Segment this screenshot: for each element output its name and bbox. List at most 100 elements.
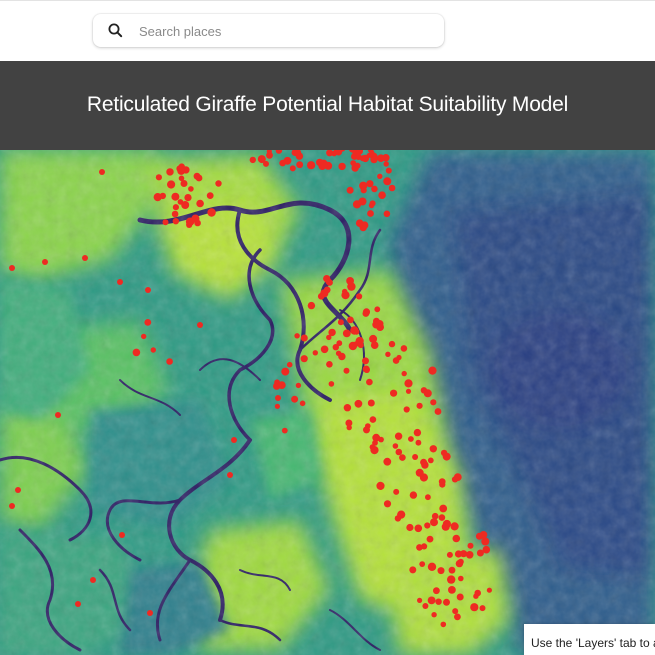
occurrence-point	[448, 566, 456, 574]
occurrence-point	[318, 162, 327, 170]
occurrence-point	[392, 443, 399, 449]
occurrence-point	[427, 562, 437, 571]
occurrence-point	[181, 201, 190, 209]
occurrence-point	[470, 603, 479, 612]
occurrence-point	[465, 551, 474, 559]
occurrence-point	[456, 593, 464, 601]
occurrence-point	[338, 162, 346, 171]
occurrence-point	[486, 587, 492, 593]
occurrence-point	[188, 186, 194, 192]
top-bar	[0, 0, 655, 62]
occurrence-point	[300, 355, 308, 363]
occurrence-point	[479, 605, 486, 612]
occurrence-point	[438, 478, 446, 485]
occurrence-point	[458, 575, 464, 582]
occurrence-point	[409, 491, 418, 499]
occurrence-point	[360, 155, 367, 162]
occurrence-point	[378, 436, 384, 443]
occurrence-point	[155, 174, 162, 181]
search-box[interactable]	[93, 14, 444, 47]
occurrence-point	[376, 481, 385, 490]
occurrence-point	[392, 357, 400, 364]
occurrence-point	[372, 440, 378, 446]
occurrence-point	[467, 542, 474, 549]
occurrence-point	[440, 621, 447, 628]
occurrence-point	[354, 162, 361, 169]
occurrence-point	[320, 345, 329, 354]
occurrence-point	[346, 424, 352, 431]
occurrence-point	[266, 151, 273, 159]
occurrence-point	[362, 365, 370, 373]
occurrence-point	[132, 348, 141, 357]
occurrence-point	[448, 586, 456, 594]
occurrence-point	[399, 454, 406, 461]
occurrence-point	[443, 598, 450, 606]
occurrence-point	[75, 601, 81, 607]
occurrence-point	[393, 488, 400, 495]
occurrence-point	[335, 350, 342, 356]
occurrence-point	[207, 208, 216, 217]
occurrence-point	[358, 197, 367, 206]
occurrence-point	[401, 370, 407, 377]
occurrence-point	[408, 436, 414, 442]
occurrence-point	[374, 306, 381, 313]
occurrence-point	[356, 293, 363, 300]
occurrence-point	[414, 524, 423, 533]
occurrence-point	[215, 180, 222, 187]
occurrence-point	[441, 522, 450, 531]
occurrence-point	[172, 218, 179, 225]
occurrence-point	[366, 378, 373, 386]
occurrence-point	[446, 551, 453, 558]
occurrence-point	[400, 345, 408, 352]
occurrence-point	[431, 612, 437, 618]
occurrence-point	[450, 522, 459, 531]
occurrence-point	[42, 259, 48, 265]
occurrence-point	[289, 165, 296, 172]
occurrence-point	[423, 389, 432, 398]
occurrence-point	[427, 596, 436, 605]
occurrence-point	[378, 191, 386, 199]
occurrence-point	[409, 566, 417, 574]
occurrence-point	[429, 445, 437, 453]
occurrence-point	[283, 156, 292, 165]
occurrence-point	[326, 334, 332, 341]
occurrence-point	[388, 340, 396, 348]
occurrence-point	[375, 320, 384, 328]
occurrence-point	[332, 344, 339, 351]
occurrence-point	[370, 341, 379, 349]
occurrence-point	[171, 192, 180, 201]
occurrence-point	[294, 333, 300, 339]
occurrence-point	[312, 350, 318, 356]
occurrence-point	[439, 504, 448, 513]
occurrence-point	[337, 319, 344, 326]
occurrence-point	[419, 473, 428, 482]
search-input[interactable]	[137, 20, 431, 43]
occurrence-point	[406, 523, 414, 532]
habitat-map[interactable]	[0, 150, 655, 655]
occurrence-point	[437, 567, 445, 575]
occurrence-point	[342, 329, 351, 338]
occurrence-point	[186, 221, 193, 228]
occurrence-point	[166, 358, 173, 365]
occurrence-point	[412, 454, 419, 460]
occurrence-point	[427, 457, 434, 464]
occurrence-point	[366, 180, 374, 188]
occurrence-point	[428, 366, 437, 375]
occurrence-point	[420, 458, 428, 466]
occurrence-point	[438, 514, 446, 521]
occurrence-point	[150, 347, 156, 353]
occurrence-point	[457, 558, 464, 565]
occurrence-point	[355, 219, 364, 227]
occurrence-point	[452, 608, 459, 615]
search-icon	[107, 22, 125, 40]
occurrence-point	[206, 192, 214, 199]
occurrence-point	[368, 202, 375, 209]
occurrence-point	[231, 437, 237, 443]
occurrence-point	[300, 334, 308, 342]
occurrence-point	[390, 389, 398, 397]
occurrence-point	[413, 428, 422, 437]
occurrence-point	[367, 399, 375, 407]
occurrence-point	[424, 522, 431, 529]
occurrence-point	[117, 279, 123, 285]
occurrence-point	[159, 192, 166, 200]
